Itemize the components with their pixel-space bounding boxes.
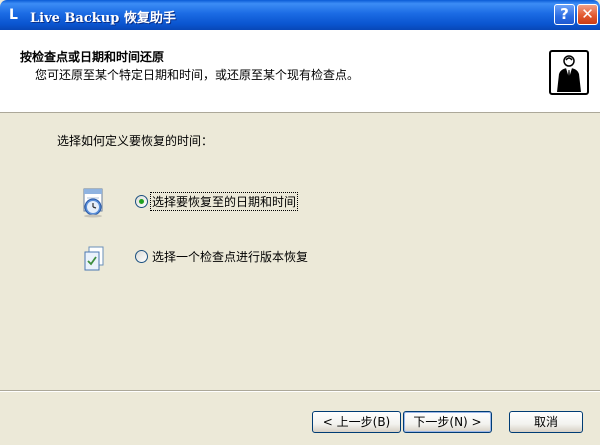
help-button[interactable]: ? <box>554 4 575 25</box>
title-bar[interactable]: L Live Backup 恢复助手 ? ✕ <box>0 0 600 30</box>
radio-date-time[interactable] <box>135 195 148 208</box>
calendar-clock-icon <box>83 188 103 218</box>
window-title: Live Backup 恢复助手 <box>30 11 176 26</box>
back-button[interactable]: < 上一步(B) <box>312 411 401 433</box>
option-date-time-label[interactable]: 选择要恢复至的日期和时间 <box>149 192 299 211</box>
wizard-header: 按检查点或日期和时间还原 您可还原至某个特定日期和时间，或还原至某个现有检查点。 <box>0 30 600 113</box>
wizard-window: L Live Backup 恢复助手 ? ✕ 按检查点或日期和时间还原 您可还原… <box>0 0 600 445</box>
cancel-button[interactable]: 取消 <box>509 411 583 433</box>
header-subtitle: 您可还原至某个特定日期和时间，或还原至某个现有检查点。 <box>35 68 360 82</box>
instruction-text: 选择如何定义要恢复的时间： <box>57 134 214 148</box>
next-button[interactable]: 下一步(N) > <box>403 411 492 433</box>
header-title: 按检查点或日期和时间还原 <box>20 50 165 64</box>
wizard-person-icon <box>549 50 589 95</box>
footer-separator <box>0 390 600 392</box>
wizard-body: 选择如何定义要恢复的时间： 选择要恢复至的日期和时间 选择一个检查点进行版本恢复 <box>0 114 600 390</box>
option-date-time[interactable]: 选择要恢复至的日期和时间 <box>135 192 299 211</box>
option-checkpoint-label[interactable]: 选择一个检查点进行版本恢复 <box>151 248 309 265</box>
close-button[interactable]: ✕ <box>577 4 598 25</box>
checkpoint-document-icon <box>84 246 104 271</box>
app-icon: L <box>9 7 18 23</box>
option-checkpoint[interactable]: 选择一个检查点进行版本恢复 <box>135 248 309 265</box>
radio-checkpoint[interactable] <box>135 250 148 263</box>
